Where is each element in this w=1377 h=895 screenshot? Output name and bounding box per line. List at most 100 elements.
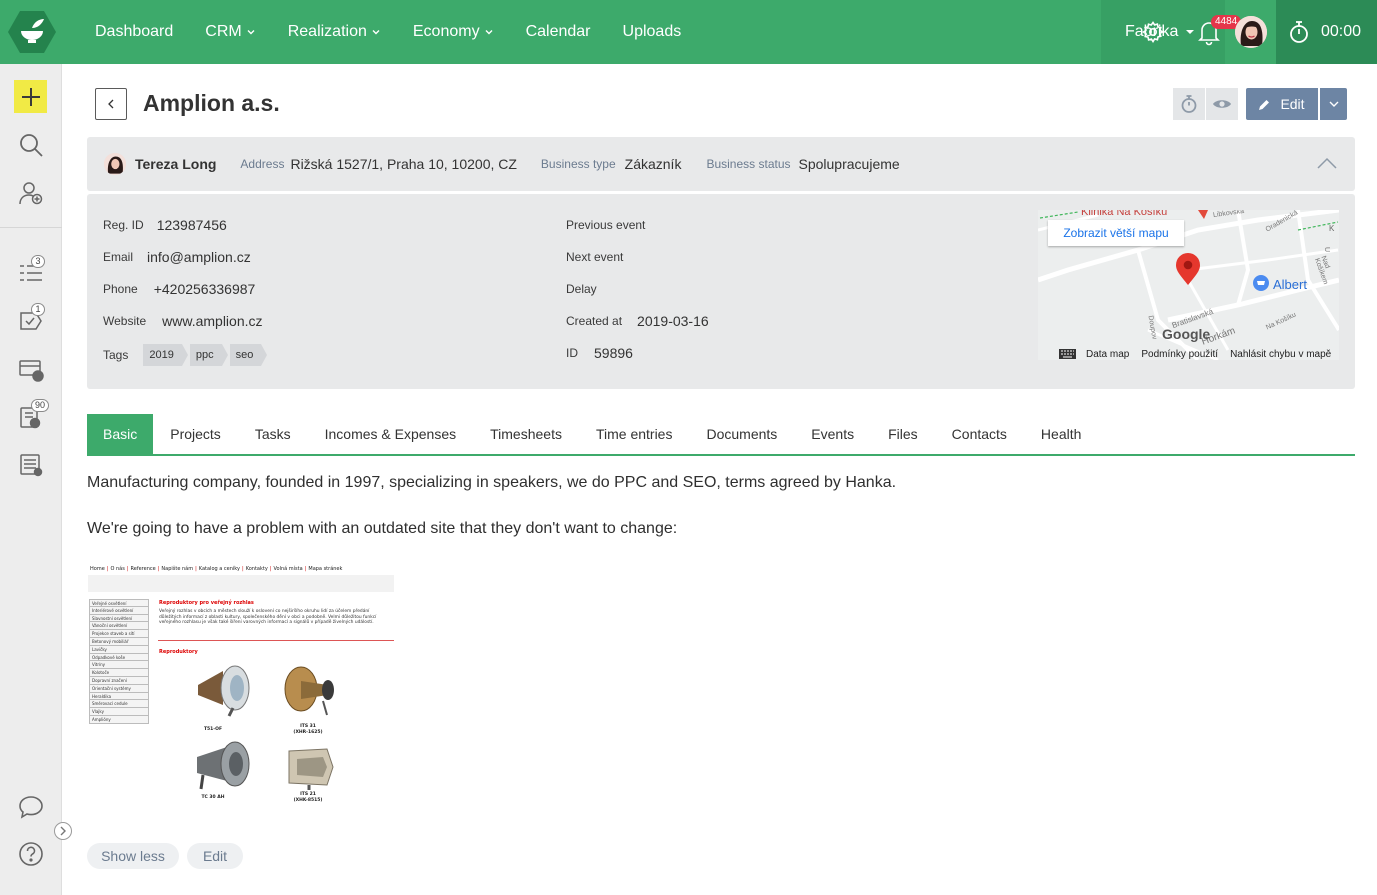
screenshot-paragraph: Veřejný rozhlas v obcích a městech slouž… (159, 609, 377, 626)
id-label: ID (566, 346, 578, 360)
website-label: Website (103, 314, 147, 328)
screenshot-side-item: Projekce staveb a sítí (89, 630, 149, 638)
reports-icon[interactable] (18, 452, 44, 478)
search-icon[interactable] (18, 132, 44, 158)
product-its31-label: ITS 31 (XHR-1625) (283, 724, 333, 736)
screenshot-menu-item: Kontakty (245, 566, 268, 572)
screenshot-menu-separator: | (106, 566, 109, 572)
sidebar-divider (0, 227, 62, 228)
tag-ppc[interactable]: ppc (189, 344, 228, 366)
screenshot-separator (158, 640, 394, 641)
nav-item-realization[interactable]: Realization (288, 23, 381, 41)
map-label-k: K (1329, 224, 1335, 233)
product-its21-name: ITS 21 (300, 792, 316, 797)
product-tc30-label: TC 30 AH (201, 795, 225, 800)
chat-icon[interactable] (18, 794, 44, 820)
speaker-its31-image (284, 666, 334, 716)
next-event-label: Next event (566, 250, 624, 264)
tab-documents[interactable]: Documents (689, 414, 794, 454)
open-larger-map-button[interactable]: Zobrazit větší mapu (1048, 220, 1184, 246)
timer-button[interactable] (1173, 88, 1205, 120)
business-status-value: Spolupracujeme (798, 156, 900, 172)
product-its31-code: (XHR-1625) (293, 730, 323, 735)
location-map[interactable]: Klinika Na Košíku Libkovská Oradenická K… (1038, 210, 1339, 360)
tag-seo[interactable]: seo (229, 344, 268, 366)
screenshot-side-item: Vlajky (89, 708, 149, 716)
tab-contacts[interactable]: Contacts (935, 414, 1024, 454)
screenshot-menu-separator: | (269, 566, 272, 572)
owner-name[interactable]: Tereza Long (135, 156, 216, 172)
chevron-left-icon (108, 99, 114, 109)
user-avatar[interactable] (1235, 16, 1267, 48)
sidebar-expand-button[interactable] (54, 822, 72, 840)
show-less-button[interactable]: Show less (87, 843, 179, 869)
map-data-link[interactable]: Data map (1086, 349, 1129, 360)
screenshot-menu-item: Reference (130, 566, 156, 572)
screenshot-menu-separator: | (304, 566, 307, 572)
email-value[interactable]: info@amplion.cz (147, 249, 251, 265)
tab-basic[interactable]: Basic (87, 414, 154, 454)
screenshot-side-item: Odpadkové koše (89, 653, 149, 662)
edit-description-button[interactable]: Edit (187, 843, 243, 869)
nav-item-dashboard[interactable]: Dashboard (95, 23, 173, 41)
gear-icon[interactable] (1141, 20, 1165, 44)
screenshot-banner (88, 575, 394, 592)
nav-item-uploads[interactable]: Uploads (623, 23, 682, 41)
tab-files[interactable]: Files (871, 414, 935, 454)
tag-2019[interactable]: 2019 (143, 344, 189, 366)
product-t51-label: T51-OF (203, 727, 223, 732)
help-icon[interactable] (18, 841, 44, 867)
screenshot-side-item: Heraldika (89, 692, 149, 701)
add-contact-icon[interactable] (18, 180, 44, 206)
phone-value[interactable]: +420256336987 (154, 281, 256, 297)
app-logo-icon[interactable] (8, 9, 56, 55)
tab-projects[interactable]: Projects (153, 414, 238, 454)
map-terms-link[interactable]: Podmínky použití (1141, 349, 1218, 360)
edit-dropdown-button[interactable] (1320, 88, 1347, 120)
edit-button-label: Edit (1280, 96, 1305, 112)
chevron-up-icon[interactable] (1317, 156, 1337, 170)
nav-item-calendar[interactable]: Calendar (526, 23, 591, 41)
tab-incomes-expenses[interactable]: Incomes & Expenses (308, 414, 474, 454)
time-tracker[interactable]: 00:00 (1276, 0, 1377, 64)
tab-events[interactable]: Events (794, 414, 871, 454)
chevron-right-icon (60, 826, 66, 836)
map-report-link[interactable]: Nahlásit chybu v mapě (1230, 349, 1331, 360)
website-value[interactable]: www.amplion.cz (162, 313, 262, 329)
id-value: 59896 (594, 345, 633, 361)
map-place-albert: Albert (1273, 277, 1307, 292)
tasks-badge: 3 (31, 255, 45, 268)
alerts-badge: 90 (31, 399, 50, 412)
nav-item-crm[interactable]: CRM (205, 23, 255, 41)
plus-icon (21, 87, 40, 106)
phone-label: Phone (103, 282, 138, 296)
created-at-row: Created at 2019-03-16 (566, 311, 709, 331)
screenshot-menu-separator: | (126, 566, 129, 572)
keyboard-icon[interactable] (1059, 349, 1076, 359)
screenshot-side-item: Vitríny (89, 661, 149, 670)
email-label: Email (103, 250, 134, 264)
screenshot-menu-separator: | (195, 566, 197, 572)
tab-tasks[interactable]: Tasks (238, 414, 308, 454)
back-button[interactable] (95, 88, 127, 120)
tab-time-entries[interactable]: Time entries (579, 414, 690, 454)
screenshot-side-item: Slavnostní osvětlení (89, 614, 149, 623)
tags-label: Tags (103, 348, 129, 362)
tags-row: Tags 2019 ppc seo (103, 344, 269, 366)
billing-icon[interactable] (18, 356, 44, 382)
nav-item-label: Dashboard (95, 23, 174, 40)
nav-item-economy[interactable]: Economy (413, 23, 494, 41)
tab-timesheets[interactable]: Timesheets (473, 414, 579, 454)
speaker-t51-image (198, 665, 250, 717)
add-new-button[interactable] (14, 80, 47, 113)
screenshot-menu-item: Napište nám (161, 566, 194, 572)
owner-avatar (104, 153, 126, 175)
tab-health[interactable]: Health (1024, 414, 1098, 454)
nav-item-label: Economy (412, 23, 480, 40)
description-paragraph-2: We're going to have a problem with an ou… (87, 520, 678, 537)
address-value: Rižská 1527/1, Praha 10, 10200, CZ (290, 156, 517, 172)
business-status-label: Business status (706, 157, 791, 171)
screenshot-side-item: Amplióny (89, 715, 149, 724)
watch-button[interactable] (1206, 88, 1238, 120)
edit-button[interactable]: Edit (1246, 88, 1318, 120)
